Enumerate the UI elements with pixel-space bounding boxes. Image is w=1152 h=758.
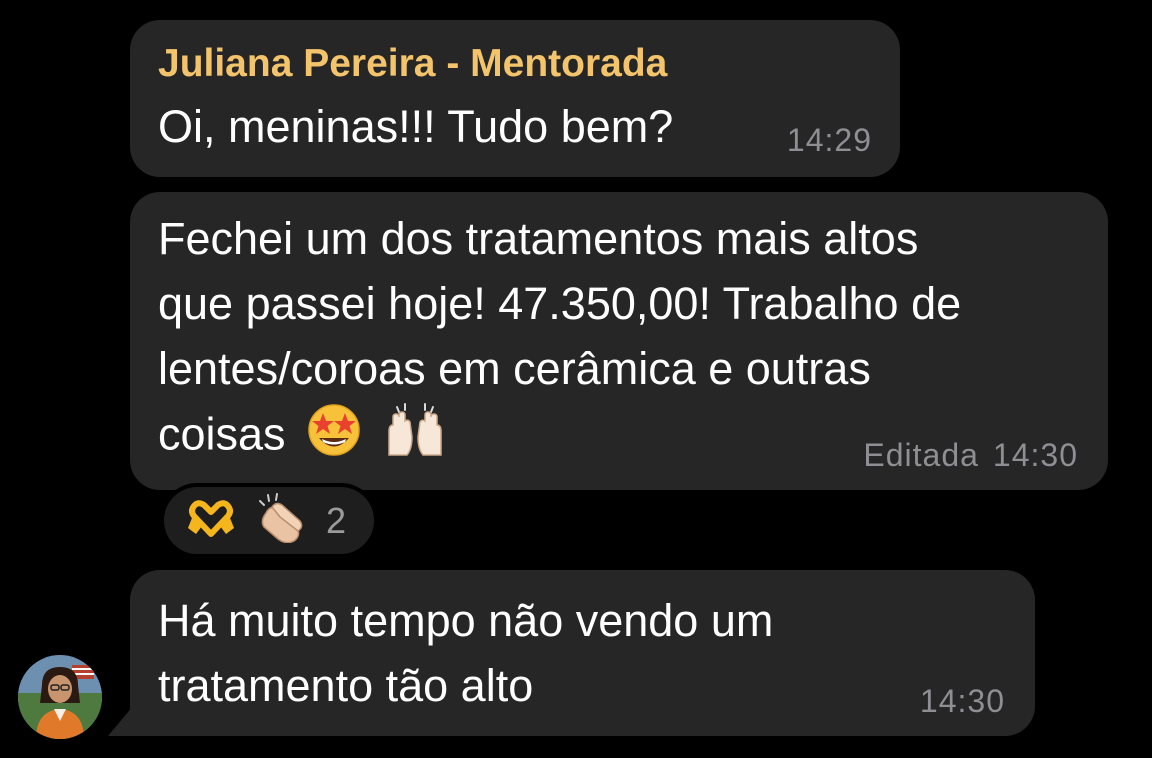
- heart-hands-icon: [186, 498, 236, 543]
- time-value: 14:30: [992, 437, 1078, 473]
- reactions-pill[interactable]: 2: [160, 483, 378, 558]
- message-time: Editada 14:30: [863, 437, 1078, 474]
- message-text: Há muito tempo não vendo um tratamento t…: [158, 588, 773, 718]
- message-line: tratamento tão alto: [158, 660, 534, 711]
- sender-name[interactable]: Juliana Pereira - Mentorada: [158, 42, 667, 86]
- message-time: 14:30: [919, 683, 1005, 719]
- message-bubble[interactable]: Juliana Pereira - Mentorada Oi, meninas!…: [130, 20, 900, 177]
- bubble-tail: [108, 700, 138, 736]
- reaction-count: 2: [326, 499, 347, 541]
- message-line: Fechei um dos tratamentos mais altos: [158, 213, 919, 264]
- message-text: Fechei um dos tratamentos mais altos que…: [158, 206, 961, 474]
- raising-hands-icon: [383, 401, 447, 474]
- message-bubble[interactable]: Há muito tempo não vendo um tratamento t…: [130, 570, 1035, 736]
- clapping-hands-icon: [252, 493, 306, 548]
- star-struck-face-icon: [306, 401, 362, 474]
- edited-label: Editada: [863, 437, 979, 473]
- message-line: Há muito tempo não vendo um: [158, 595, 774, 646]
- message-time: 14:29: [786, 122, 872, 158]
- message-line-with-emoji: coisas: [158, 401, 961, 474]
- message-line: coisas: [158, 408, 286, 460]
- message-line: que passei hoje! 47.350,00! Trabalho de: [158, 278, 962, 329]
- message-text: Oi, meninas!!! Tudo bem?: [158, 101, 674, 152]
- message-line: lentes/coroas em cerâmica e outras: [158, 343, 871, 394]
- avatar[interactable]: [18, 655, 102, 739]
- message-bubble[interactable]: Fechei um dos tratamentos mais altos que…: [130, 192, 1108, 490]
